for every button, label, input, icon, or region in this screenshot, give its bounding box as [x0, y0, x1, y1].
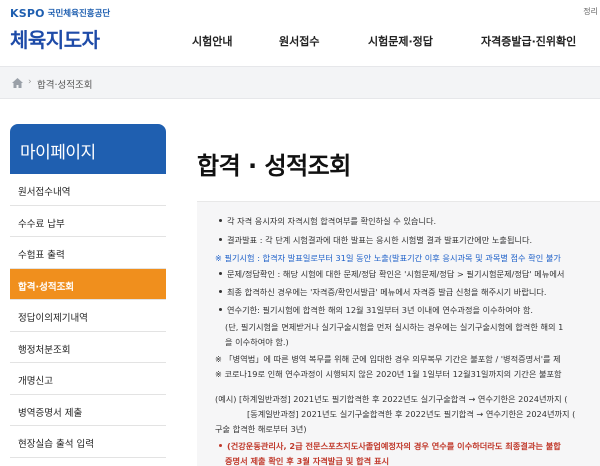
notice-line-warning: (건강운동관리사, 2급 전문스포츠지도사졸업예정자의 경우 연수를 이수하더라… [219, 440, 561, 452]
sidebar-item-answer-objection[interactable]: 정답이의제기내역 [10, 300, 166, 332]
sidebar-item-results[interactable]: 합격·성적조회 [10, 268, 166, 300]
logo-kspo: KSPO [10, 6, 45, 20]
kspo-brand: KSPO 국민체육진흥공단 [10, 6, 110, 20]
notice-line: 결과발표 : 각 단계 시험결과에 대한 발표는 응시한 시험별 결과 발표기간… [219, 234, 532, 246]
sidebar-item-fee-payment[interactable]: 수수료 납부 [10, 206, 166, 237]
bullet-icon [219, 219, 222, 222]
notice-line: ※ 「병역법」에 따른 병역 복무를 위해 군에 입대한 경우 의무복무 기간은… [215, 354, 561, 364]
sidebar-item-military-certificate[interactable]: 병역증명서 제출 [10, 395, 166, 426]
notice-line-example: 구술 합격한 해로부터 3년) [215, 424, 307, 434]
nav-application[interactable]: 원서접수 [279, 33, 319, 49]
notice-line: 문제/정답확인 : 해당 시험에 대한 문제/정답 확인은 '시험문제/정답 >… [219, 268, 564, 280]
notice-line-example: (예시) [하계일반과정] 2021년도 필기합격한 후 2022년도 실기구술… [215, 394, 568, 404]
sidebar-item-application-history[interactable]: 원서접수내역 [10, 174, 166, 206]
bullet-icon [219, 444, 222, 447]
sidebar-item-administrative-action[interactable]: 행정처분조회 [10, 332, 166, 363]
home-icon[interactable] [12, 78, 23, 88]
logo-org: 국민체육진흥공단 [47, 9, 111, 19]
bullet-icon [219, 308, 222, 311]
bullet-icon [219, 238, 222, 241]
notice-line: 연수기한: 필기시험에 합격한 해의 12월 31일부터 3년 이내에 연수과정… [219, 304, 533, 316]
notice-line: (단, 필기시험을 면제받거나 실기구술시험을 먼저 실시하는 경우에는 실기구… [225, 322, 564, 332]
notice-box: 각 자격 응시자의 자격시험 합격여부를 확인하실 수 있습니다. 결과발표 :… [197, 201, 600, 466]
sidebar-item-admission-ticket[interactable]: 수험표 출력 [10, 237, 166, 269]
breadcrumb-separator: › [28, 77, 32, 87]
nav-certificate[interactable]: 자격증발급·진위확인 [481, 33, 576, 49]
breadcrumb-current[interactable]: 합격·성적조회 [37, 77, 92, 91]
site-title: 체육지도자 [10, 28, 100, 52]
bullet-icon [219, 272, 222, 275]
sidebar-title: 마이페이지 [10, 124, 166, 174]
sidebar-item-name-change[interactable]: 개명신고 [10, 363, 166, 395]
sidebar-menu: 원서접수내역 수수료 납부 수험표 출력 합격·성적조회 정답이의제기내역 행정… [10, 174, 166, 458]
notice-line-example: [동계일반과정] 2021년도 실기구술합격한 후 2022년도 필기합격 → … [247, 409, 576, 419]
nav-exam-answers[interactable]: 시험문제·정답 [368, 33, 433, 49]
notice-line-warning: 증명서 제출 확인 후 3월 자격발급 및 합격 표시 [225, 456, 390, 466]
site-header: KSPO 국민체육진흥공단 체육지도자 정리 시험안내 원서접수 시험문제·정답… [0, 0, 600, 66]
sidebar-item-practicum-attendance[interactable]: 현장실습 출석 입력 [10, 426, 166, 458]
logo[interactable]: KSPO 국민체육진흥공단 체육지도자 [10, 6, 110, 53]
nav-exam-info[interactable]: 시험안내 [192, 33, 232, 49]
notice-line-highlight: ※ 필기시험 : 합격자 발표일로부터 31일 동안 노출(발표기간 이후 응시… [215, 253, 561, 263]
breadcrumb: › 합격·성적조회 [0, 66, 600, 99]
page-title: 합격 · 성적조회 [197, 152, 351, 180]
util-link[interactable]: 정리 [583, 6, 598, 17]
notice-line: ※ 코로나19로 인해 연수과정이 시행되지 않은 2020년 1월 1일부터 … [215, 369, 562, 379]
notice-line: 을 이수하여야 함.) [225, 337, 289, 347]
notice-line: 최종 합격하신 경우에는 '자격증/확인서발급' 메뉴에서 자격증 발급 신청을… [219, 286, 547, 298]
notice-line: 각 자격 응시자의 자격시험 합격여부를 확인하실 수 있습니다. [219, 215, 436, 227]
bullet-icon [219, 290, 222, 293]
